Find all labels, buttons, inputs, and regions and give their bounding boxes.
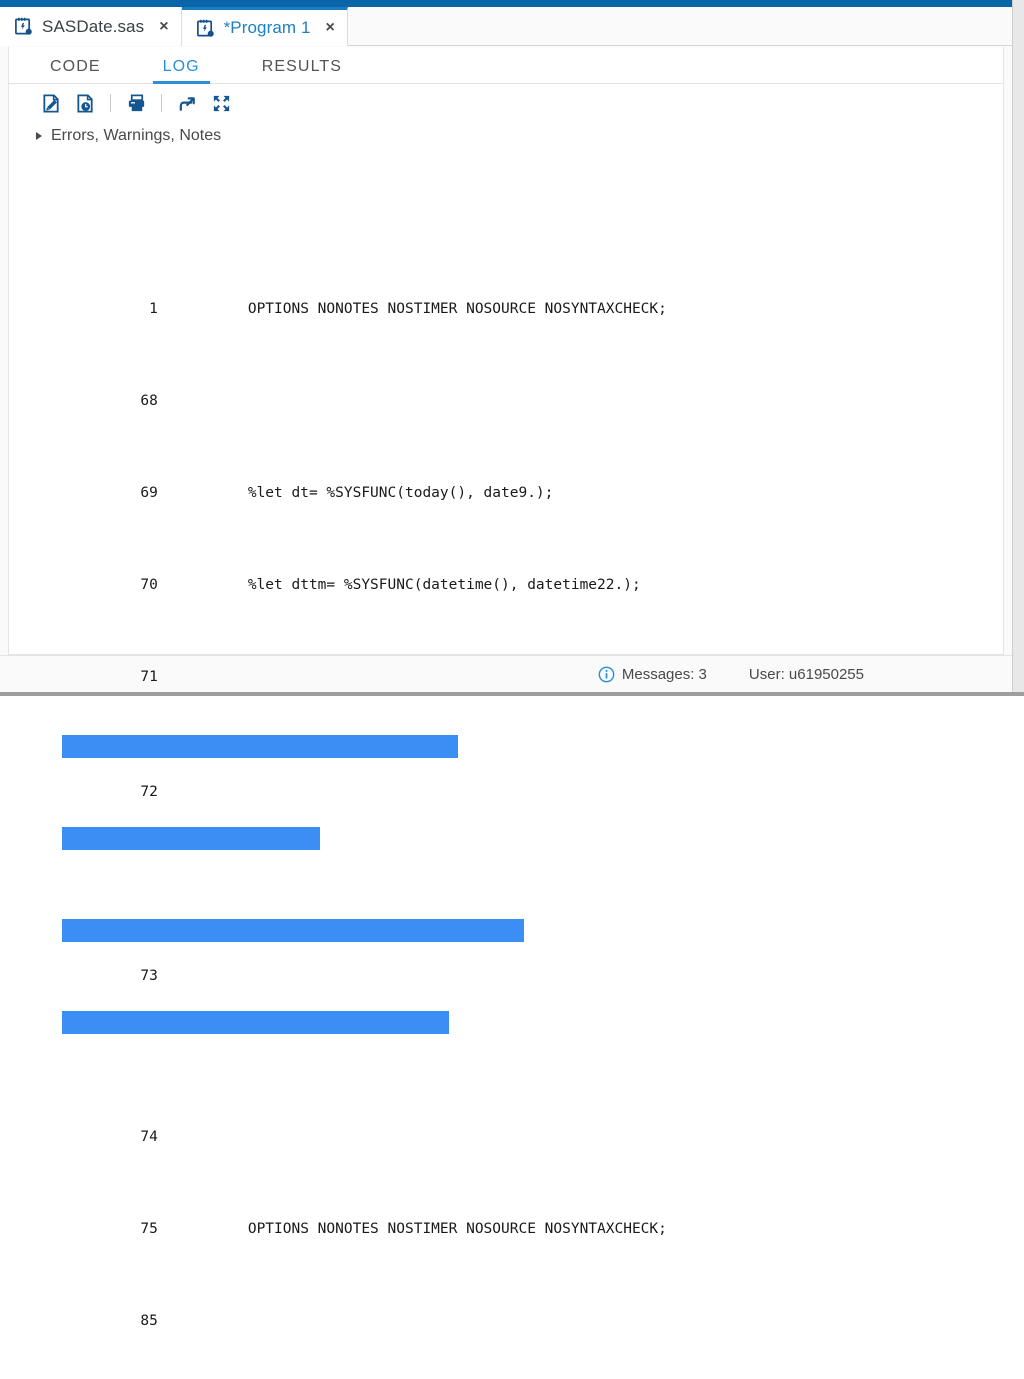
close-icon[interactable]: × (159, 19, 168, 35)
file-tab-label: SASDate.sas (42, 17, 144, 37)
info-icon (598, 666, 615, 683)
log-line-text: OPTIONS NONOTES NOSTIMER NOSOURCE NOSYNT… (248, 1221, 667, 1237)
log-line-text: %let dt= %SYSFUNC(today(), date9.); (248, 485, 554, 501)
log-line-selected: 72%put Todays date: &dt. ; (9, 735, 1003, 758)
file-tab-bar: SASDate.sas × *Program 1 × (0, 7, 1012, 46)
toolbar-separator (110, 94, 111, 112)
editor-sub-tabs: CODE LOG RESULTS (9, 47, 1003, 84)
messages-label: Messages: 3 (622, 666, 707, 683)
log-line-number: 68 (132, 390, 158, 413)
editor-panel: CODE LOG RESULTS (8, 47, 1004, 655)
sas-program-icon (196, 19, 215, 38)
log-line: 75OPTIONS NONOTES NOSTIMER NOSOURCE NOSY… (9, 1195, 1003, 1218)
log-line: 70%let dttm= %SYSFUNC(datetime(), dateti… (9, 551, 1003, 574)
app-top-bar (0, 0, 1012, 7)
toolbar-separator (161, 94, 162, 112)
log-line-number: 1 (132, 298, 158, 321)
print-icon[interactable] (120, 89, 152, 117)
log-line-text: %let dttm= %SYSFUNC(datetime(), datetime… (248, 577, 641, 593)
clear-log-icon[interactable] (35, 89, 67, 117)
save-log-icon[interactable] (69, 89, 101, 117)
log-line: 69%let dt= %SYSFUNC(today(), date9.); (9, 459, 1003, 482)
log-line-number: 72 (132, 781, 158, 804)
selection-highlight (62, 1011, 449, 1034)
log-line-selected: Todays date: 06AUG2022 (9, 827, 1003, 850)
open-in-new-window-icon[interactable] (171, 89, 203, 117)
log-line-selected: 73%put Todays datetime: &dttm. ; (9, 919, 1003, 942)
log-line: 68 (9, 367, 1003, 390)
triangle-right-icon (36, 132, 42, 140)
window-bottom-edge (0, 692, 1024, 696)
log-line-number: 73 (132, 965, 158, 988)
log-line-number: 74 (132, 1126, 158, 1149)
maximize-icon[interactable] (205, 89, 237, 117)
log-output-text: Todays date: 06AUG2022 (132, 876, 324, 892)
log-content[interactable]: 1 OPTIONS NONOTES NOSTIMER NOSOURCE NOSYN… (9, 206, 1003, 1379)
tab-results[interactable]: RESULTS (252, 58, 352, 83)
log-line: 85 (9, 1287, 1003, 1310)
log-line-text: %put Todays datetime: &dttm. ; (248, 968, 510, 984)
window-right-edge (1012, 0, 1024, 696)
selection-highlight (62, 827, 320, 850)
log-line: 74 (9, 1103, 1003, 1126)
log-line-number: 69 (132, 482, 158, 505)
selection-highlight (62, 919, 524, 942)
status-user: User: u61950255 (749, 666, 864, 683)
file-tab-label: *Program 1 (224, 18, 311, 38)
log-line-text: OPTIONS NONOTES NOSTIMER NOSOURCE NOSYNT… (248, 301, 667, 317)
close-icon[interactable]: × (326, 20, 335, 36)
log-line-text: %put Todays date: &dt. ; (248, 784, 458, 800)
log-line-number: 71 (132, 666, 158, 689)
log-line-selected: Todays datetime: 06AUG2022:15:13:08 (9, 1011, 1003, 1034)
log-line-number: 70 (132, 574, 158, 597)
tab-log[interactable]: LOG (153, 58, 210, 83)
log-toolbar (9, 84, 1003, 122)
disclosure-label: Errors, Warnings, Notes (51, 127, 221, 145)
log-line-number: 75 (132, 1218, 158, 1241)
user-label: User: u61950255 (749, 666, 864, 683)
status-messages[interactable]: Messages: 3 (598, 666, 707, 683)
tab-bar-empty-area (348, 7, 1012, 46)
file-tab-sasdate[interactable]: SASDate.sas × (0, 7, 182, 46)
log-line-number: 85 (132, 1310, 158, 1333)
errors-warnings-notes-disclosure[interactable]: Errors, Warnings, Notes (9, 122, 1003, 150)
selection-highlight (62, 735, 458, 758)
sas-program-icon (14, 17, 33, 36)
log-line: 1OPTIONS NONOTES NOSTIMER NOSOURCE NOSYN… (9, 275, 1003, 298)
sas-studio-window: SASDate.sas × *Program 1 × CODE LO (0, 0, 1024, 696)
log-output-text: Todays datetime: 06AUG2022:15:13:08 (132, 1060, 438, 1076)
file-tab-program-1[interactable]: *Program 1 × (182, 7, 348, 46)
tab-code[interactable]: CODE (40, 58, 111, 83)
